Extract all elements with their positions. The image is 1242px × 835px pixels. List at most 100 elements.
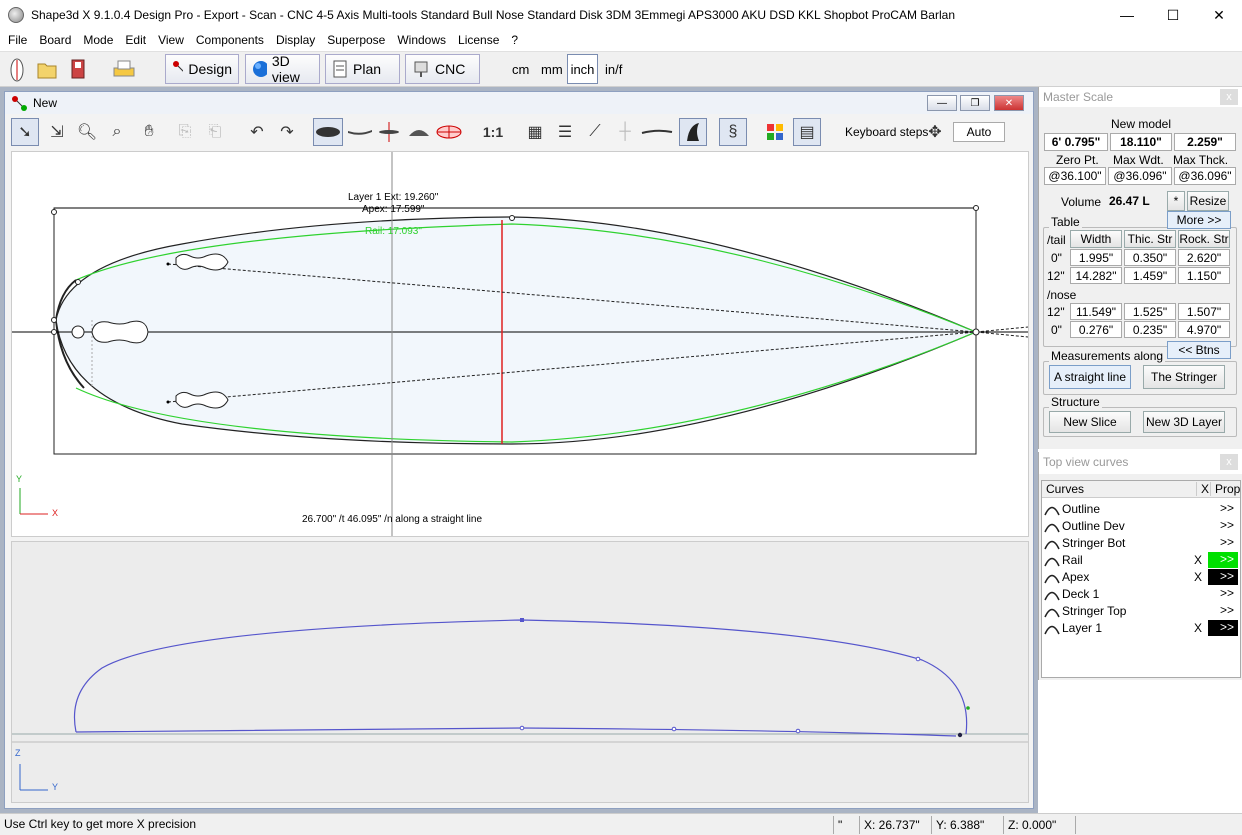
undo-icon[interactable]: ↶	[243, 118, 271, 146]
thickness-value[interactable]: 2.259"	[1174, 133, 1236, 151]
copy-disabled-icon[interactable]: ⎘	[171, 118, 199, 146]
curve-properties-button[interactable]: >>	[1208, 619, 1238, 636]
resize-button[interactable]: Resize	[1187, 191, 1229, 211]
deck-view-icon[interactable]	[405, 118, 433, 146]
nose-row-0-thickness[interactable]: 1.525"	[1124, 303, 1176, 320]
unit-inch[interactable]: inch	[567, 54, 598, 84]
stringer-icon[interactable]	[639, 118, 675, 146]
side-view-canvas[interactable]: Z Y	[11, 541, 1029, 803]
top-view-canvas[interactable]: Layer 1 Ext: 19.260" Apex: 17.599" Rail:…	[11, 151, 1029, 537]
crosshair-disabled-icon[interactable]: ┼	[611, 118, 639, 146]
menu-file[interactable]: File	[2, 33, 33, 47]
width-value[interactable]: 18.110"	[1110, 133, 1172, 151]
straight-line-button[interactable]: A straight line	[1049, 365, 1131, 389]
tail-row-1-width[interactable]: 14.282"	[1070, 267, 1122, 284]
side-view-icon[interactable]	[345, 118, 375, 146]
zero-pt-value[interactable]: @36.100"	[1044, 167, 1106, 185]
plan-mode-button[interactable]: Plan	[325, 54, 400, 84]
properties-panel-icon[interactable]: ▤	[793, 118, 821, 146]
menu-superpose[interactable]: Superpose	[321, 33, 391, 47]
menu-components[interactable]: Components	[190, 33, 270, 47]
master-scale-close-button[interactable]: x	[1220, 89, 1238, 105]
unit-cm[interactable]: cm	[512, 62, 529, 77]
tail-row-0-width[interactable]: 1.995"	[1070, 249, 1122, 266]
fin-icon[interactable]	[679, 118, 707, 146]
length-value[interactable]: 6' 0.795"	[1044, 133, 1108, 151]
max-thck-value[interactable]: @36.096"	[1174, 167, 1236, 185]
open-folder-icon[interactable]	[36, 58, 58, 80]
layers-table-icon[interactable]: ☰	[551, 118, 579, 146]
curve-row[interactable]: Rail X >>	[1042, 551, 1240, 568]
select-arrow-icon[interactable]: ➘	[11, 118, 39, 146]
symmetry-icon[interactable]: §	[719, 118, 747, 146]
paste-disabled-icon[interactable]: ⎗	[201, 118, 229, 146]
menu-help[interactable]: ?	[505, 33, 524, 47]
move-arrows-icon[interactable]: ✥	[921, 118, 949, 146]
design-mode-button[interactable]: Design	[165, 54, 239, 84]
ratio-1-1-button[interactable]: 1:1	[479, 118, 507, 146]
nose-row-0-rocker[interactable]: 1.507"	[1178, 303, 1230, 320]
tail-row-0-rocker[interactable]: 2.620"	[1178, 249, 1230, 266]
menu-license[interactable]: License	[452, 33, 505, 47]
cnc-mode-button[interactable]: CNC	[405, 54, 480, 84]
curve-row[interactable]: Stringer Top >>	[1042, 602, 1240, 619]
curve-properties-button[interactable]: >>	[1208, 535, 1238, 551]
child-close-button[interactable]: ✕	[994, 95, 1024, 111]
tail-row-0-thickness[interactable]: 0.350"	[1124, 249, 1176, 266]
redo-icon[interactable]: ↷	[273, 118, 301, 146]
curve-row[interactable]: Outline Dev >>	[1042, 517, 1240, 534]
curve-properties-button[interactable]: >>	[1208, 518, 1238, 534]
select-points-icon[interactable]: ⇲	[43, 118, 71, 146]
menu-edit[interactable]: Edit	[119, 33, 152, 47]
new-3d-layer-button[interactable]: New 3D Layer	[1143, 411, 1225, 433]
curve-row[interactable]: Layer 1 X >>	[1042, 619, 1240, 636]
grid-board-icon[interactable]	[435, 118, 463, 146]
curve-properties-button[interactable]: >>	[1208, 568, 1238, 585]
curve-properties-button[interactable]: >>	[1208, 501, 1238, 517]
width-col-button[interactable]: Width	[1070, 230, 1122, 248]
curve-visibility-toggle[interactable]: X	[1194, 553, 1202, 567]
print-icon[interactable]	[112, 58, 136, 80]
menu-view[interactable]: View	[152, 33, 190, 47]
child-restore-button[interactable]: ❐	[960, 95, 990, 111]
color-palette-icon[interactable]	[761, 118, 789, 146]
close-button[interactable]: ✕	[1196, 0, 1242, 30]
curve-row[interactable]: Stringer Bot >>	[1042, 534, 1240, 551]
nose-row-1-thickness[interactable]: 0.235"	[1124, 321, 1176, 338]
max-wdt-value[interactable]: @36.096"	[1108, 167, 1172, 185]
volume-star-button[interactable]: *	[1167, 191, 1185, 211]
top-view-icon[interactable]	[313, 118, 343, 146]
curve-properties-button[interactable]: >>	[1208, 551, 1238, 568]
curves-panel-close-button[interactable]: x	[1220, 454, 1238, 470]
pan-hand-icon[interactable]: ✋︎	[135, 118, 163, 146]
menu-display[interactable]: Display	[270, 33, 321, 47]
unit-mm[interactable]: mm	[541, 62, 563, 77]
rocker-col-button[interactable]: Rock. Str	[1178, 230, 1230, 248]
curve-row[interactable]: Apex X >>	[1042, 568, 1240, 585]
more-button[interactable]: More >>	[1167, 211, 1231, 229]
curve-properties-button[interactable]: >>	[1208, 586, 1238, 602]
menu-windows[interactable]: Windows	[391, 33, 452, 47]
curve-visibility-toggle[interactable]: X	[1194, 570, 1202, 584]
nose-row-0-width[interactable]: 11.549"	[1070, 303, 1122, 320]
stringer-button[interactable]: The Stringer	[1143, 365, 1225, 389]
curve-properties-button[interactable]: >>	[1208, 603, 1238, 619]
curve-row[interactable]: Deck 1 >>	[1042, 585, 1240, 602]
new-board-icon[interactable]	[6, 56, 28, 82]
minimize-button[interactable]: —	[1104, 0, 1150, 30]
zoom-window-icon[interactable]: ⌕	[103, 118, 131, 146]
thickness-col-button[interactable]: Thic. Str	[1124, 230, 1176, 248]
unit-in-f[interactable]: in/f	[605, 62, 622, 77]
tail-row-1-thickness[interactable]: 1.459"	[1124, 267, 1176, 284]
menu-mode[interactable]: Mode	[77, 33, 119, 47]
save-icon[interactable]	[68, 58, 90, 80]
zoom-icon[interactable]: 🔍︎	[73, 118, 101, 146]
new-slice-button[interactable]: New Slice	[1049, 411, 1131, 433]
nose-row-1-width[interactable]: 0.276"	[1070, 321, 1122, 338]
3d-view-mode-button[interactable]: 3D view	[245, 53, 320, 85]
keyboard-steps-select[interactable]: Auto	[953, 122, 1005, 142]
nose-row-1-rocker[interactable]: 4.970"	[1178, 321, 1230, 338]
buttons-toggle-button[interactable]: << Btns	[1167, 341, 1231, 359]
grid-icon[interactable]: ▦	[521, 118, 549, 146]
menu-board[interactable]: Board	[33, 33, 77, 47]
